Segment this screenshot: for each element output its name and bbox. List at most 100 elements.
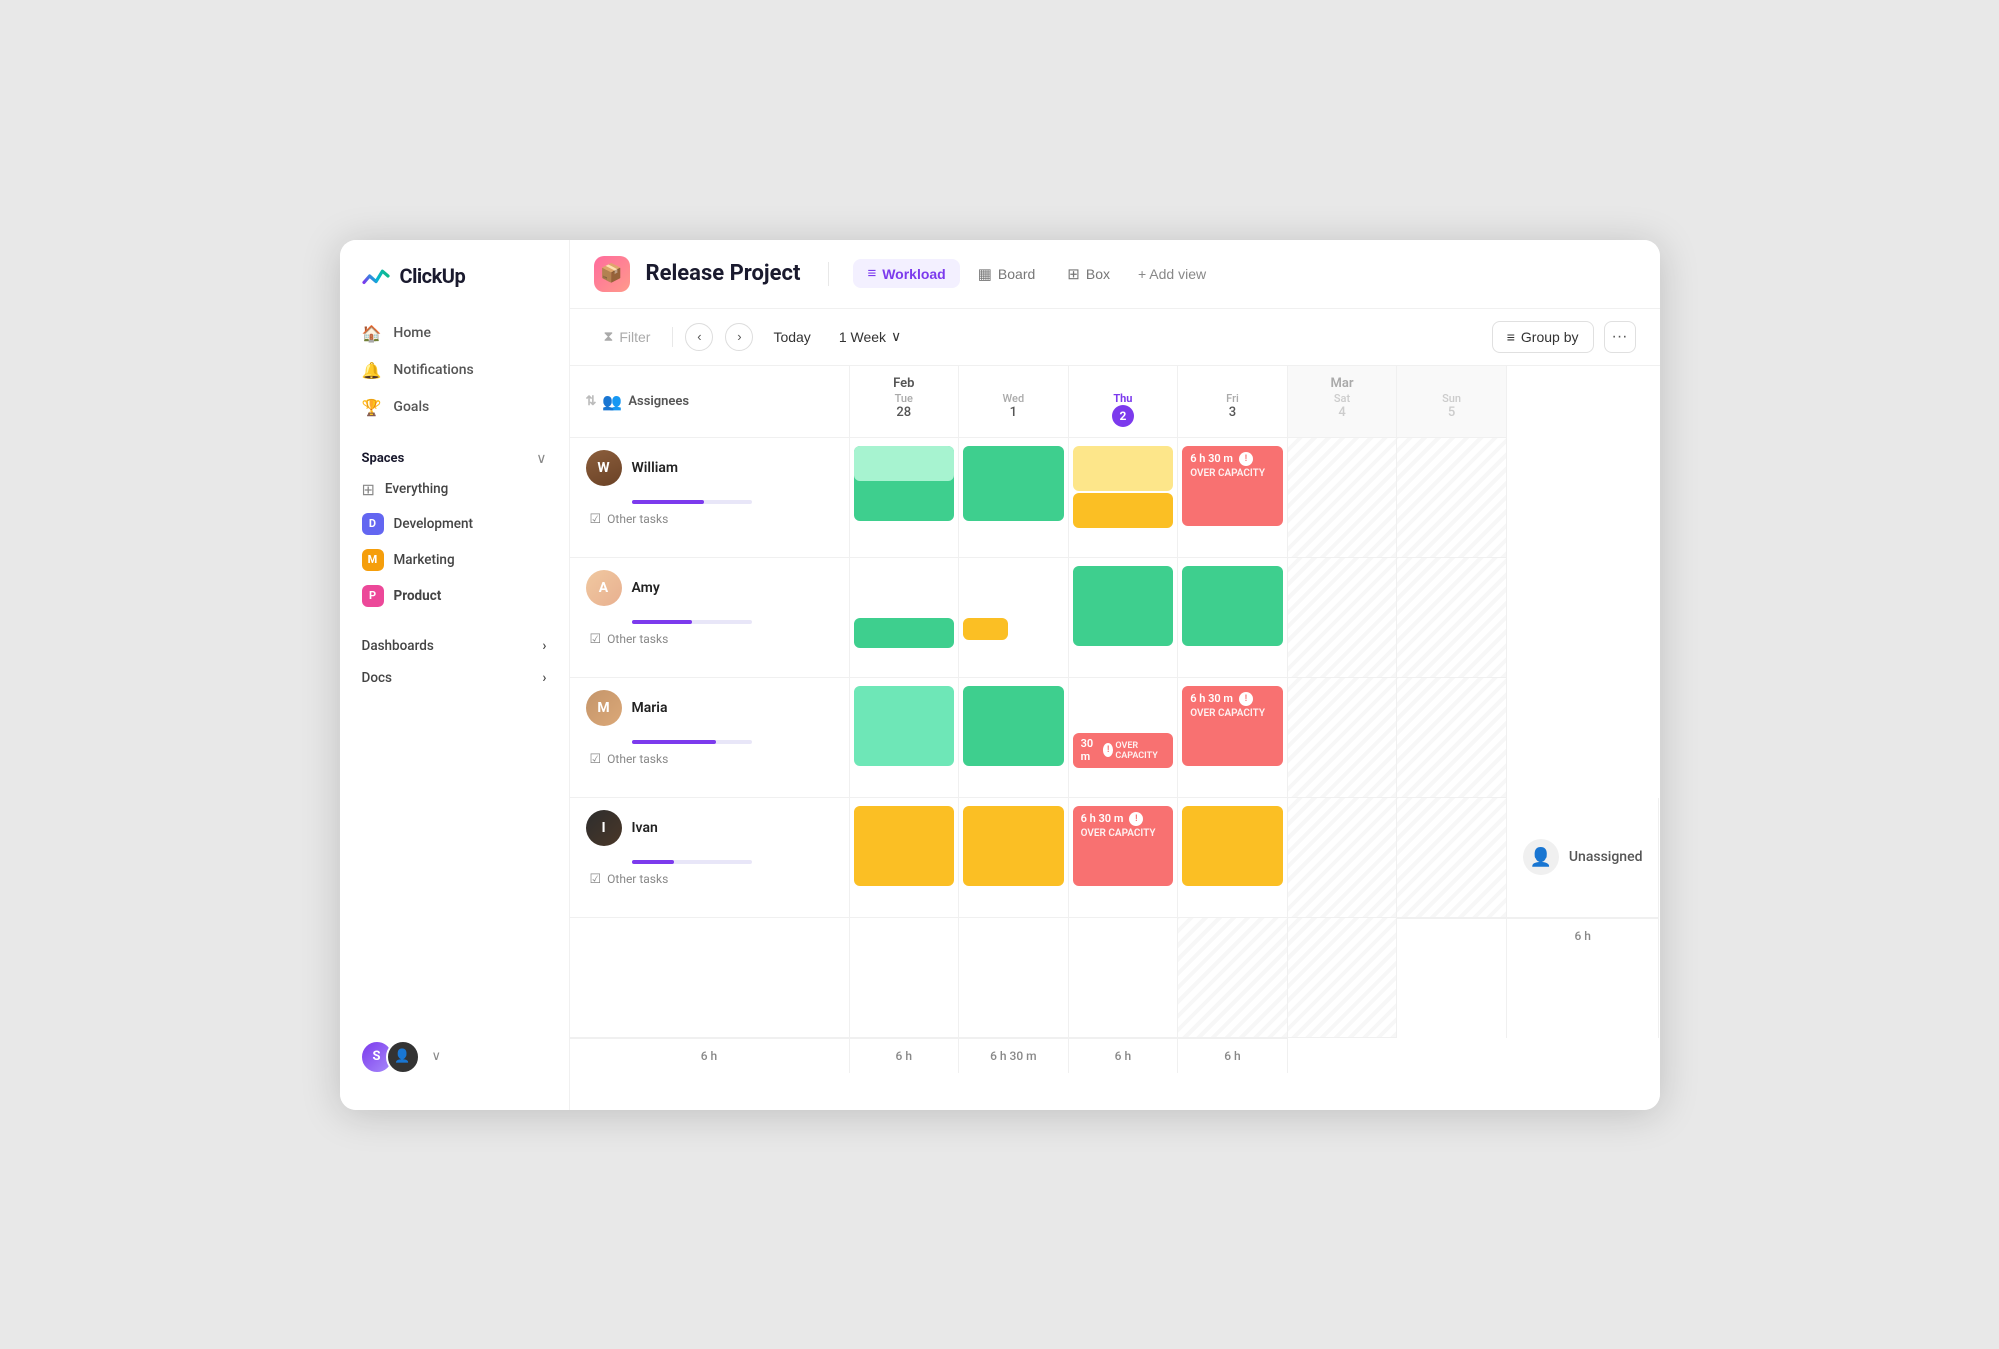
space-label-everything: Everything [385,481,448,497]
progress-fill-amy [632,620,692,624]
william-cell-sat [1288,438,1398,558]
nav-item-docs[interactable]: Docs › [350,662,559,694]
dashboards-chevron-icon: › [542,638,546,654]
other-tasks-william[interactable]: ☑ Other tasks [586,508,833,531]
other-tasks-amy[interactable]: ☑ Other tasks [586,628,833,651]
william-cell-thu[interactable] [1069,438,1179,558]
spaces-section: Spaces ∨ ⊞ Everything D Development M Ma… [340,425,569,622]
maria-task-fri[interactable]: 6 h 30 m ! OVER CAPACITY [1182,686,1283,766]
amy-cell-tue[interactable] [850,558,960,678]
filter-button[interactable]: ⧗ Filter [594,323,661,350]
week-selector-button[interactable]: 1 Week ∨ [831,323,909,350]
avatar-amy: A [586,570,622,606]
william-task-fri[interactable]: 6 h 30 m ! OVER CAPACITY [1182,446,1283,526]
william-task-thu-bot[interactable] [1073,493,1174,528]
maria-fri-sublabel: OVER CAPACITY [1190,708,1265,719]
amy-task-wed[interactable] [963,618,1008,640]
month-empty1 [971,376,1056,391]
ivan-cell-wed[interactable] [959,798,1069,918]
other-tasks-label-william: Other tasks [607,512,668,526]
william-cell-fri[interactable]: 6 h 30 m ! OVER CAPACITY [1178,438,1288,558]
nav-item-dashboards[interactable]: Dashboards › [350,630,559,662]
progress-amy [632,620,752,624]
totals-tue: 6 h [1507,918,1660,1038]
toolbar: ⧗ Filter ‹ › Today 1 Week ∨ ≡ Group by ·… [570,309,1660,366]
william-cell-tue[interactable] [850,438,960,558]
next-arrow-button[interactable]: › [725,323,753,351]
spaces-header[interactable]: Spaces ∨ [350,445,559,473]
more-options-button[interactable]: ··· [1604,321,1636,353]
logo[interactable]: ClickUp [340,260,569,316]
ivan-task-thu[interactable]: 6 h 30 m ! OVER CAPACITY [1073,806,1174,886]
ivan-task-wed[interactable] [963,806,1064,886]
maria-task-thu[interactable]: 30 m ! OVER CAPACITY [1073,733,1174,768]
assignees-icon: 👥 [602,392,622,411]
tab-workload[interactable]: ≡ Workload [853,259,959,288]
user-avatars[interactable]: S 👤 [360,1040,420,1074]
ivan-task-tue[interactable] [854,806,955,886]
day-name-sun: Sun [1442,392,1461,405]
space-everything[interactable]: ⊞ Everything [350,473,559,506]
unassigned-cell-tue[interactable] [570,918,850,1038]
sort-icon: ⇅ [586,394,597,409]
william-task-thu-top[interactable] [1073,446,1174,491]
space-product[interactable]: P Product [350,578,559,614]
other-tasks-maria[interactable]: ☑ Other tasks [586,748,833,771]
space-marketing[interactable]: M Marketing [350,542,559,578]
group-by-button[interactable]: ≡ Group by [1492,321,1594,353]
prev-arrow-button[interactable]: ‹ [685,323,713,351]
william-fri-label: 6 h 30 m [1190,452,1233,465]
tab-box[interactable]: ⊞ Box [1053,259,1124,289]
box-icon: ⊞ [1067,265,1080,283]
maria-task-wed[interactable] [963,686,1064,766]
workload-icon: ≡ [867,265,876,282]
amy-cell-thu[interactable] [1069,558,1179,678]
more-icon: ··· [1612,328,1628,346]
unassigned-cell-wed[interactable] [850,918,960,1038]
amy-task-tue[interactable] [854,618,955,648]
month-empty4 [1409,376,1494,391]
project-title: Release Project [646,261,801,286]
tab-board[interactable]: ▦ Board [964,259,1050,289]
ivan-cell-thu[interactable]: 6 h 30 m ! OVER CAPACITY [1069,798,1179,918]
today-button[interactable]: Today [765,324,818,350]
maria-cell-wed[interactable] [959,678,1069,798]
ivan-task-fri[interactable] [1182,806,1283,886]
amy-cell-sat [1288,558,1398,678]
nav-item-notifications[interactable]: 🔔 Notifications [350,353,559,388]
maria-cell-tue[interactable] [850,678,960,798]
totals-wed: 6 h [570,1038,850,1073]
william-cell-wed[interactable] [959,438,1069,558]
unassigned-name: Unassigned [1569,849,1643,865]
ivan-cell-tue[interactable] [850,798,960,918]
maria-cell-fri[interactable]: 6 h 30 m ! OVER CAPACITY [1178,678,1288,798]
nav-item-goals[interactable]: 🏆 Goals [350,390,559,425]
progress-maria [632,740,752,744]
topbar-separator [828,262,829,286]
space-development[interactable]: D Development [350,506,559,542]
amy-task-thu[interactable] [1073,566,1174,646]
space-dot-development: D [362,513,384,535]
william-task-wed-2[interactable] [963,446,1064,521]
maria-cell-thu[interactable]: 30 m ! OVER CAPACITY [1069,678,1179,798]
day-num-3: 3 [1229,405,1236,420]
amy-cell-wed[interactable] [959,558,1069,678]
unassigned-cell-thu[interactable] [959,918,1069,1038]
sidebar-footer: S 👤 ∨ [340,1024,569,1090]
unassigned-cell-fri[interactable] [1069,918,1179,1038]
nav-item-home[interactable]: 🏠 Home [350,316,559,351]
unassigned-cell: 👤 Unassigned [1507,798,1660,918]
william-task-tue-2[interactable] [854,446,955,481]
person-name-ivan: Ivan [632,820,658,836]
amy-task-fri[interactable] [1182,566,1283,646]
add-view-button[interactable]: + Add view [1128,260,1216,288]
today-label: Today [773,329,810,345]
main-nav: 🏠 Home 🔔 Notifications 🏆 Goals [340,316,569,425]
person-name-amy: Amy [632,580,660,596]
grid-icon: ⊞ [362,480,375,499]
amy-cell-fri[interactable] [1178,558,1288,678]
other-tasks-ivan[interactable]: ☑ Other tasks [586,868,833,891]
maria-task-tue[interactable] [854,686,955,766]
ivan-cell-fri[interactable] [1178,798,1288,918]
dashboards-label: Dashboards [362,638,434,654]
